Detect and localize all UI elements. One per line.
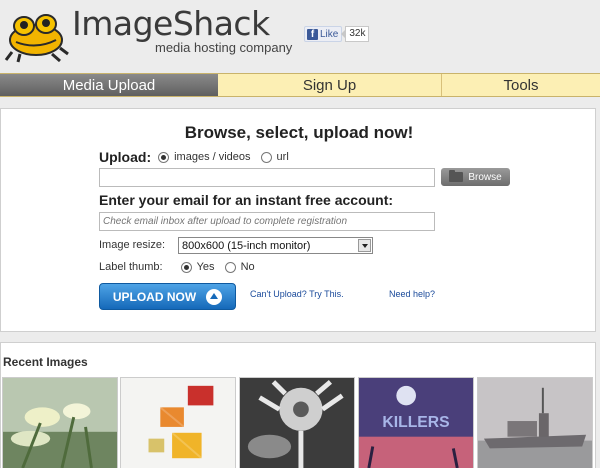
- upload-arrow-icon: [206, 288, 223, 305]
- need-help-link[interactable]: Need help?: [389, 289, 435, 299]
- frog-logo-icon[interactable]: [2, 4, 72, 64]
- recent-images-section: Recent Images KILLERS: [0, 342, 596, 468]
- label-thumb-label: Label thumb:: [99, 261, 163, 273]
- tab-tools[interactable]: Tools: [442, 74, 600, 96]
- facebook-like-label: Like: [320, 28, 339, 40]
- tab-media-upload[interactable]: Media Upload: [0, 74, 218, 96]
- upload-panel: Browse, select, upload now! Upload: imag…: [0, 108, 596, 332]
- radio-thumb-yes-label: Yes: [196, 261, 215, 273]
- facebook-like-widget[interactable]: f Like 32k: [304, 26, 370, 42]
- upload-label: Upload:: [99, 149, 152, 165]
- label-thumb-row: Label thumb: Yes No: [99, 261, 255, 273]
- recent-image-thumbnail[interactable]: [239, 377, 355, 468]
- upload-headline: Browse, select, upload now!: [184, 123, 414, 142]
- radio-url-label: url: [276, 151, 289, 163]
- image-resize-value: 800x600 (15-inch monitor): [182, 239, 311, 252]
- svg-text:KILLERS: KILLERS: [382, 414, 449, 431]
- upload-now-label: UPLOAD NOW: [112, 289, 197, 304]
- recent-image-thumbnail[interactable]: [477, 377, 593, 468]
- logo-wordmark[interactable]: ImageShack: [72, 4, 270, 43]
- upload-now-button[interactable]: UPLOAD NOW: [99, 283, 236, 310]
- recent-image-thumbnail[interactable]: [2, 377, 118, 468]
- chevron-down-icon[interactable]: [358, 239, 371, 252]
- radio-images-videos[interactable]: [158, 151, 170, 163]
- upload-type-row: Upload: images / videos url: [99, 149, 289, 165]
- radio-thumb-yes[interactable]: [180, 261, 192, 273]
- radio-thumb-no[interactable]: [224, 261, 236, 273]
- facebook-like-button[interactable]: f Like: [304, 26, 343, 42]
- image-resize-select[interactable]: 800x600 (15-inch monitor): [178, 237, 373, 254]
- facebook-like-count: 32k: [341, 26, 370, 42]
- recent-image-thumbnail[interactable]: [120, 377, 236, 468]
- browse-button[interactable]: Browse: [441, 168, 510, 186]
- main-nav: Media Upload Sign Up Tools: [0, 73, 600, 97]
- radio-thumb-no-label: No: [240, 261, 255, 273]
- email-input[interactable]: [99, 212, 435, 231]
- tab-sign-up[interactable]: Sign Up: [218, 74, 442, 96]
- site-header: ImageShack media hosting company f Like …: [0, 0, 600, 70]
- file-path-input[interactable]: [99, 168, 435, 187]
- folder-icon: [449, 170, 464, 182]
- recent-image-thumbnail[interactable]: KILLERS: [358, 377, 474, 468]
- email-heading: Enter your email for an instant free acc…: [99, 192, 394, 208]
- radio-url[interactable]: [260, 151, 272, 163]
- cant-upload-link[interactable]: Can't Upload? Try This.: [250, 289, 344, 299]
- radio-images-videos-label: images / videos: [174, 151, 251, 163]
- facebook-icon: f: [307, 28, 318, 40]
- logo-tagline: media hosting company: [155, 40, 293, 55]
- browse-label: Browse: [468, 171, 502, 183]
- recent-images-title: Recent Images: [3, 355, 88, 369]
- image-resize-label: Image resize:: [99, 239, 166, 251]
